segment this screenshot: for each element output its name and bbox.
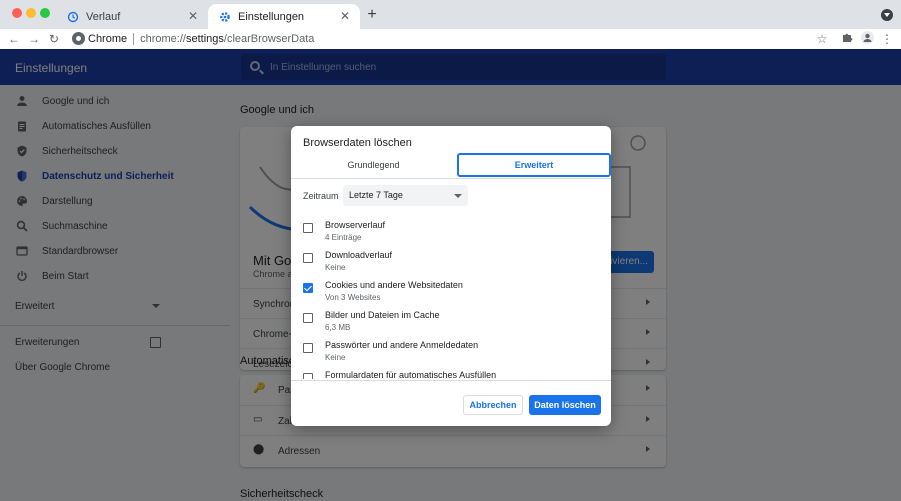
- option-cookies[interactable]: Cookies und andere Websitedaten Von 3 We…: [291, 272, 611, 302]
- extensions-puzzle-icon[interactable]: [839, 31, 855, 47]
- option-detail: 4 Einträge: [325, 233, 362, 242]
- cancel-button[interactable]: Abbrechen: [463, 395, 523, 415]
- checkbox[interactable]: [303, 313, 313, 323]
- tab-basic[interactable]: Grundlegend: [291, 153, 456, 177]
- minimize-window-button[interactable]: [26, 8, 36, 18]
- option-label: Passwörter und andere Anmeldedaten: [325, 340, 479, 350]
- option-autofill-data[interactable]: Formulardaten für automatisches Ausfülle…: [291, 362, 611, 379]
- option-browsing-history[interactable]: Browserverlauf 4 Einträge: [291, 212, 611, 242]
- dialog-title: Browserdaten löschen: [303, 137, 412, 149]
- option-detail: 6,3 MB: [325, 323, 351, 332]
- option-download-history[interactable]: Downloadverlauf Keine: [291, 242, 611, 272]
- footer-divider: [291, 380, 611, 381]
- checkbox[interactable]: [303, 373, 313, 379]
- time-range-label: Zeitraum: [303, 191, 339, 201]
- option-cache[interactable]: Bilder und Dateien im Cache 6,3 MB: [291, 302, 611, 332]
- close-tab-icon[interactable]: ✕: [186, 9, 200, 23]
- option-label: Formulardaten für automatisches Ausfülle…: [325, 370, 497, 379]
- option-label: Cookies und andere Websitedaten: [325, 280, 463, 290]
- profile-avatar-icon[interactable]: [859, 31, 875, 47]
- tab-label: Einstellungen: [238, 10, 305, 23]
- option-passwords[interactable]: Passwörter und andere Anmeldedaten Keine: [291, 332, 611, 362]
- close-tab-icon[interactable]: ✕: [338, 9, 352, 23]
- clear-browsing-data-dialog: Browserdaten löschen Grundlegend Erweite…: [291, 126, 611, 426]
- checkbox[interactable]: [303, 223, 313, 233]
- address-bar[interactable]: Chrome chrome://settings/clearBrowserDat…: [66, 30, 836, 47]
- checkbox[interactable]: [303, 253, 313, 263]
- clear-data-button[interactable]: Daten löschen: [529, 395, 601, 415]
- history-icon: [66, 10, 80, 24]
- tab-advanced[interactable]: Erweitert: [457, 153, 611, 177]
- chrome-icon: [72, 32, 85, 45]
- toolbar: ← → ↻ Chrome chrome://settings/clearBrow…: [0, 29, 901, 49]
- url-prefix: chrome://: [140, 32, 186, 45]
- close-window-button[interactable]: [12, 8, 22, 18]
- new-tab-button[interactable]: +: [364, 7, 380, 23]
- checkbox-checked[interactable]: [303, 283, 313, 293]
- gear-icon: [218, 10, 232, 24]
- tab-search-icon[interactable]: [881, 9, 893, 21]
- option-label: Bilder und Dateien im Cache: [325, 310, 440, 320]
- checkbox[interactable]: [303, 343, 313, 353]
- omnibox-chip: Chrome: [88, 32, 128, 45]
- tabs-divider: [291, 178, 611, 179]
- option-detail: Keine: [325, 263, 346, 272]
- tab-einstellungen[interactable]: Einstellungen ✕: [208, 4, 360, 29]
- kebab-menu-icon[interactable]: ⋮: [879, 31, 895, 47]
- option-detail: Keine: [325, 353, 346, 362]
- url-text: chrome://settings/clearBrowserData: [140, 33, 314, 45]
- url-host: settings: [185, 32, 224, 45]
- option-label: Browserverlauf: [325, 220, 386, 230]
- forward-arrow-icon[interactable]: →: [26, 31, 42, 47]
- tab-label: Verlauf: [86, 10, 121, 23]
- url-path: /clearBrowserData: [223, 32, 315, 45]
- omnibox-divider: [133, 32, 135, 45]
- time-range-select[interactable]: Letzte 7 Tage: [343, 185, 468, 206]
- reload-icon[interactable]: ↻: [46, 31, 62, 47]
- bookmark-star-icon[interactable]: ☆: [814, 31, 830, 47]
- data-type-list: Browserverlauf 4 Einträge Downloadverlau…: [291, 212, 611, 379]
- option-detail: Von 3 Websites: [325, 293, 381, 302]
- tab-strip: Verlauf ✕ Einstellungen ✕ +: [0, 0, 901, 29]
- option-label: Downloadverlauf: [325, 250, 393, 260]
- zoom-window-button[interactable]: [40, 8, 50, 18]
- tab-verlauf[interactable]: Verlauf ✕: [56, 4, 208, 29]
- back-arrow-icon[interactable]: ←: [6, 31, 22, 47]
